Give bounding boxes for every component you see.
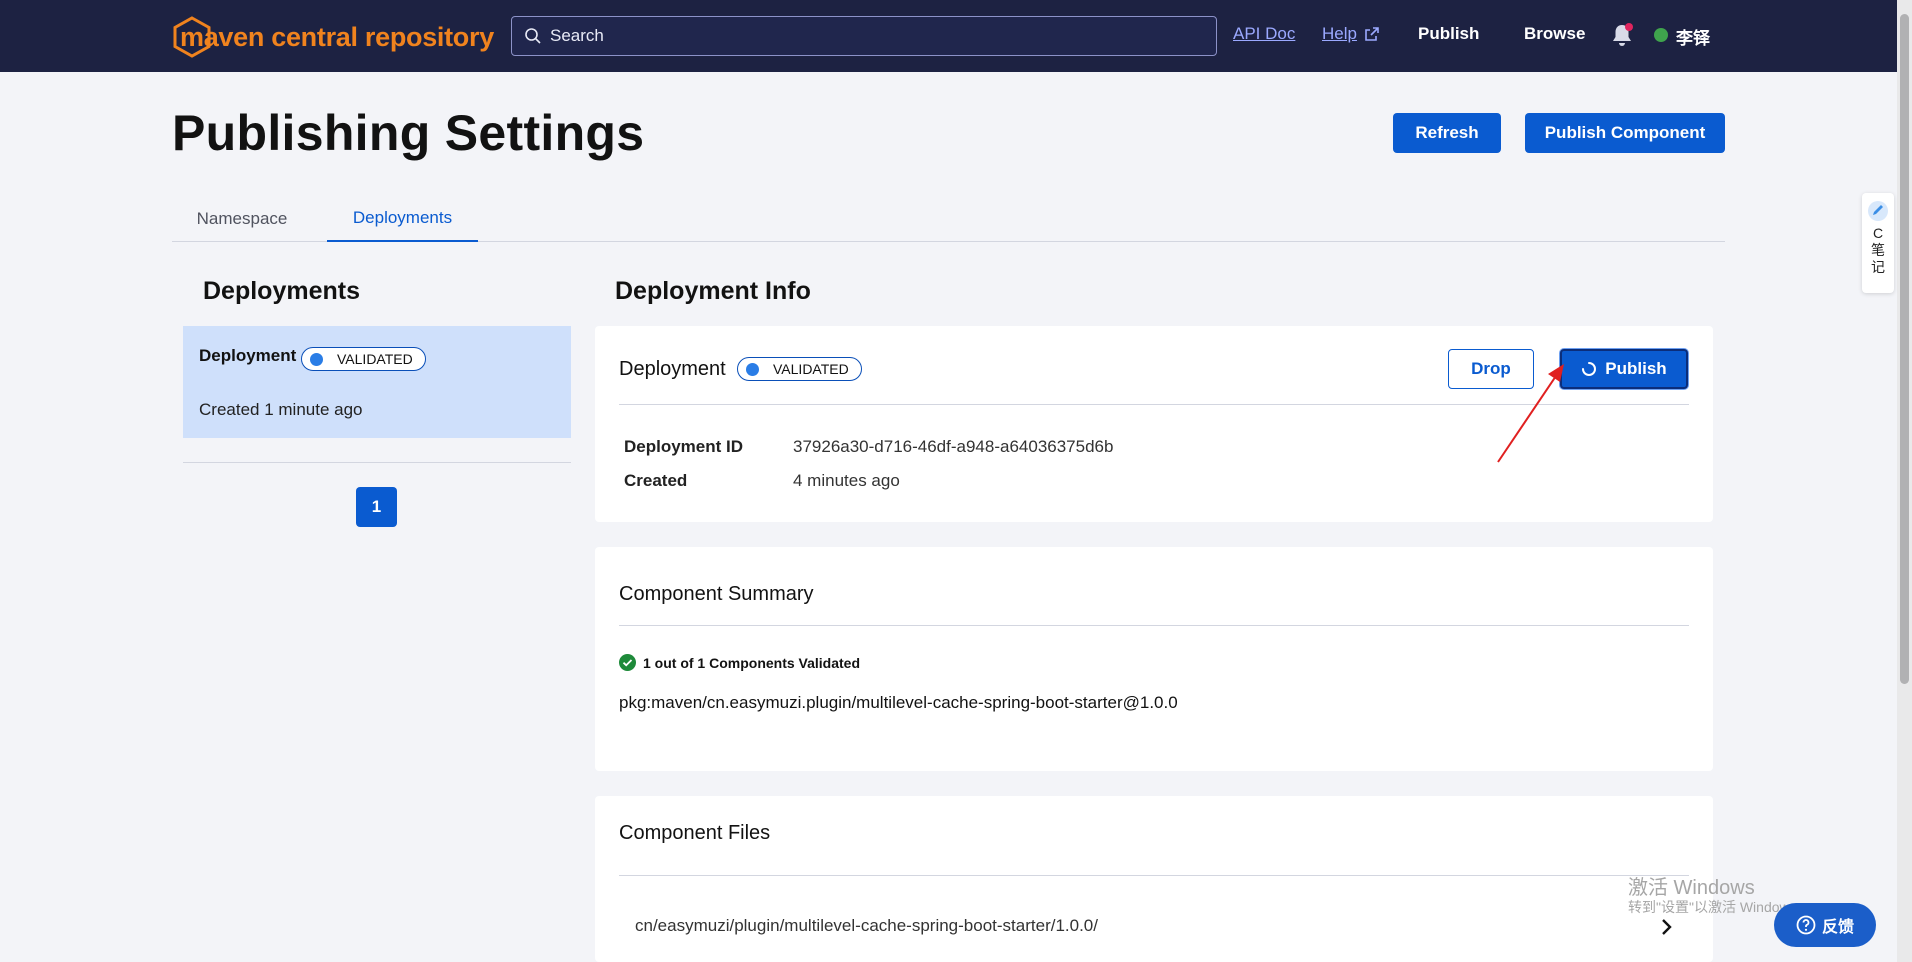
check-circle-icon — [619, 654, 636, 671]
status-badge-label: VALIDATED — [337, 351, 413, 367]
card-divider — [619, 625, 1689, 626]
status-dot-icon — [310, 352, 323, 366]
scrollbar-thumb[interactable] — [1900, 14, 1909, 684]
file-tree-item[interactable]: cn/easymuzi/plugin/multilevel-cache-spri… — [635, 916, 1098, 936]
search-input[interactable]: Search — [511, 16, 1217, 56]
notes-widget-icon — [1868, 201, 1888, 221]
created-value: 4 minutes ago — [793, 471, 900, 490]
nav-api-doc-link[interactable]: API Doc — [1233, 24, 1295, 44]
refresh-button[interactable]: Refresh — [1393, 113, 1501, 153]
deployment-item-created: Created 1 minute ago — [199, 400, 363, 419]
red-arrow-annotation — [1497, 364, 1564, 463]
publish-button-label: Publish — [1605, 359, 1667, 378]
pagination-page-button[interactable]: 1 — [356, 487, 397, 527]
page-title: Publishing Settings — [172, 105, 645, 161]
component-summary-card: Component Summary 1 out of 1 Components … — [595, 547, 1713, 771]
search-placeholder: Search — [550, 26, 604, 45]
deployment-id-value: 37926a30-d716-46df-a948-a64036375d6b — [793, 437, 1114, 456]
deployment-title: Deployment — [619, 358, 726, 380]
nav-help-link[interactable]: Help — [1322, 24, 1357, 44]
component-summary-title: Component Summary — [619, 583, 814, 605]
component-files-title: Component Files — [619, 822, 771, 844]
chevron-right-icon[interactable] — [1659, 918, 1673, 936]
feedback-button[interactable]: 反馈 — [1774, 903, 1876, 947]
tab-deployments[interactable]: Deployments — [327, 195, 478, 242]
windows-activation-watermark-title: 激活 Windows — [1628, 877, 1755, 899]
top-navigation-bar: maven central repository Search API Doc … — [0, 0, 1897, 72]
user-avatar[interactable] — [1654, 28, 1668, 42]
status-badge: VALIDATED — [301, 347, 426, 371]
status-badge-label: VALIDATED — [773, 361, 849, 377]
list-divider — [183, 462, 571, 463]
page-scrollbar[interactable] — [1897, 0, 1912, 962]
deployments-heading: Deployments — [203, 277, 360, 305]
maven-central-logo[interactable]: maven central repository — [172, 15, 494, 59]
deployment-id-label: Deployment ID — [624, 437, 744, 456]
package-url: pkg:maven/cn.easymuzi.plugin/multilevel-… — [619, 693, 1178, 712]
nav-publish-link[interactable]: Publish — [1418, 24, 1479, 44]
publish-button[interactable]: Publish — [1560, 349, 1688, 389]
external-link-icon — [1365, 27, 1379, 41]
nav-browse-link[interactable]: Browse — [1524, 24, 1585, 44]
created-label: Created — [624, 471, 688, 490]
card-divider — [619, 875, 1689, 876]
publish-component-button[interactable]: Publish Component — [1525, 113, 1725, 153]
tab-namespace[interactable]: Namespace — [172, 195, 312, 242]
bell-icon[interactable] — [1610, 22, 1634, 48]
deployment-list-item[interactable]: Deployment VALIDATED Created 1 minute ag… — [183, 326, 571, 438]
component-files-card: Component Files cn/easymuzi/plugin/multi… — [595, 796, 1713, 962]
side-widget-label: C笔记 — [1871, 225, 1885, 275]
side-notes-widget[interactable]: C笔记 — [1862, 193, 1894, 293]
deployment-info-heading: Deployment Info — [615, 277, 811, 305]
loading-spinner-icon — [1582, 362, 1597, 376]
validated-summary-text: 1 out of 1 Components Validated — [643, 655, 861, 671]
settings-tabs: Namespace Deployments — [172, 195, 1725, 242]
status-dot-icon — [746, 362, 759, 376]
user-name[interactable]: 李铎 — [1676, 24, 1710, 49]
logo-text: maven central repository — [180, 21, 494, 52]
feedback-label: 反馈 — [1821, 919, 1854, 936]
help-circle-icon — [1796, 915, 1816, 935]
search-icon — [525, 28, 541, 44]
status-badge: VALIDATED — [737, 357, 862, 381]
deployment-item-title: Deployment — [199, 346, 297, 365]
